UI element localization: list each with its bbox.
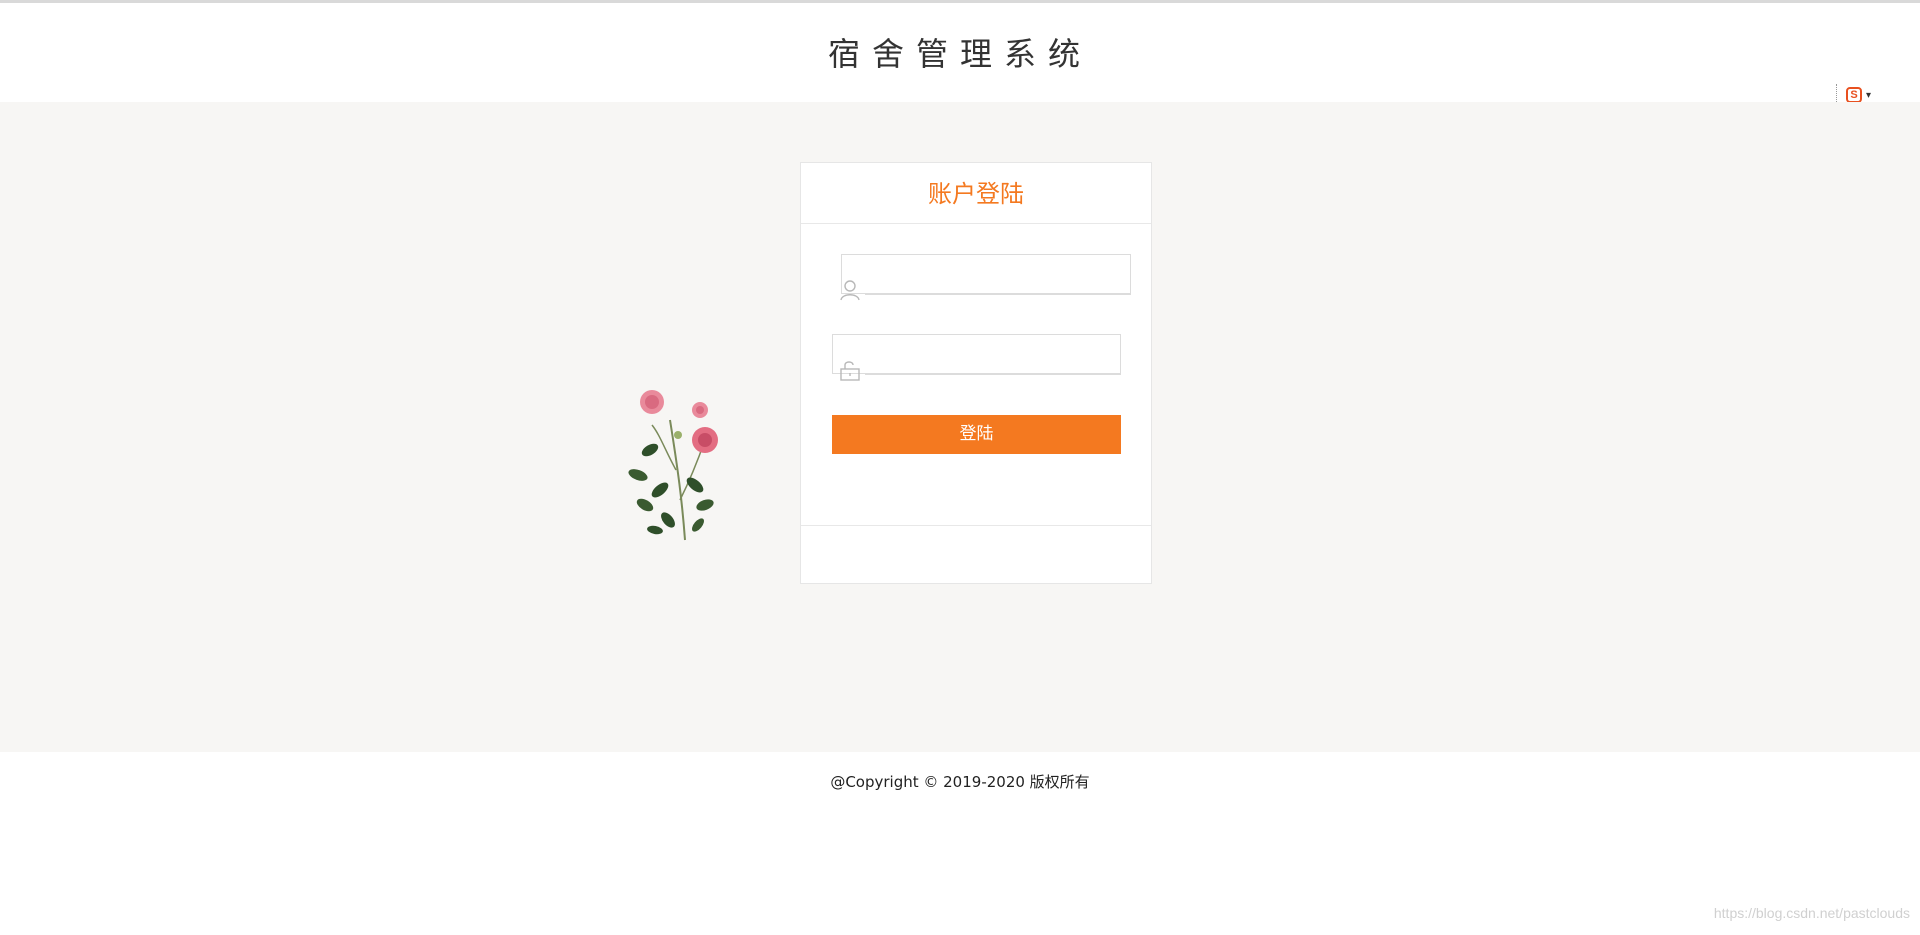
username-underline — [865, 294, 1131, 295]
username-field[interactable] — [841, 254, 1131, 294]
password-input[interactable] — [833, 335, 1120, 373]
login-title: 账户登陆 — [801, 163, 1151, 224]
user-icon — [840, 280, 860, 301]
header: 宿舍管理系统 — [0, 3, 1920, 102]
card-divider — [801, 525, 1151, 526]
password-field[interactable] — [832, 334, 1121, 374]
login-button[interactable]: 登陆 — [832, 415, 1121, 454]
copyright-text: @Copyright © 2019-2020 版权所有 — [830, 773, 1090, 791]
sogou-ime-icon[interactable]: S — [1845, 87, 1862, 103]
password-underline — [865, 374, 1121, 375]
username-input[interactable] — [842, 255, 1130, 293]
footer: @Copyright © 2019-2020 版权所有 — [0, 752, 1920, 935]
lock-icon — [840, 361, 860, 381]
login-card: 账户登陆 登陆 — [800, 162, 1152, 584]
site-title: 宿舍管理系统 — [827, 35, 1092, 73]
chevron-down-icon[interactable]: ▾ — [1866, 90, 1871, 101]
rose-decoration-icon — [628, 390, 718, 541]
watermark: https://blog.csdn.net/pastclouds — [1713, 905, 1910, 921]
